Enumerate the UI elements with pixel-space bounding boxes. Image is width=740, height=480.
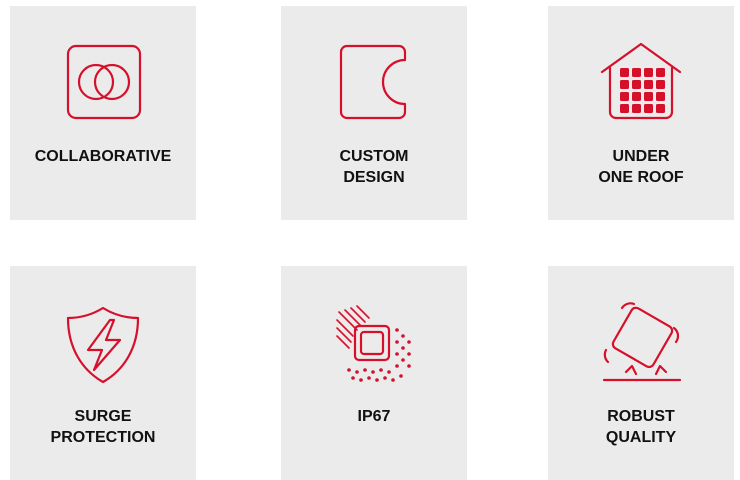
chip-dust-water-icon bbox=[336, 305, 411, 382]
shield-lightning-icon bbox=[66, 306, 140, 384]
feature-tile-under-one-roof: UNDER ONE ROOF bbox=[548, 6, 734, 220]
feature-label-line: SURGE bbox=[74, 408, 132, 425]
feature-label-line: CUSTOM bbox=[339, 148, 409, 165]
feature-label: COLLABORATIVE bbox=[10, 146, 196, 167]
feature-label-line: IP67 bbox=[357, 408, 391, 425]
feature-label-line: COLLABORATIVE bbox=[34, 148, 172, 165]
feature-label: ROBUST QUALITY bbox=[548, 406, 734, 448]
feature-label: SURGE PROTECTION bbox=[10, 406, 196, 448]
custom-shape-icon bbox=[339, 44, 407, 120]
feature-tile-ip67: IP67 bbox=[281, 266, 467, 480]
feature-label: UNDER ONE ROOF bbox=[548, 146, 734, 188]
feature-tile-robust-quality: ROBUST QUALITY bbox=[548, 266, 734, 480]
house-grid-icon bbox=[600, 42, 682, 120]
feature-label-line: PROTECTION bbox=[50, 429, 156, 446]
feature-tile-custom-design: CUSTOM DESIGN bbox=[281, 6, 467, 220]
feature-label-line: DESIGN bbox=[343, 169, 405, 186]
feature-label-line: ONE ROOF bbox=[598, 169, 684, 186]
feature-tile-collaborative: COLLABORATIVE bbox=[10, 6, 196, 220]
overlapping-circles-icon bbox=[66, 44, 142, 120]
feature-label: IP67 bbox=[281, 406, 467, 427]
feature-label-line: ROBUST bbox=[607, 408, 675, 425]
feature-label-line: QUALITY bbox=[605, 429, 677, 446]
feature-label-line: UNDER bbox=[612, 148, 670, 165]
tilted-box-impact-icon bbox=[602, 302, 682, 382]
feature-label: CUSTOM DESIGN bbox=[281, 146, 467, 188]
feature-tile-surge-protection: SURGE PROTECTION bbox=[10, 266, 196, 480]
